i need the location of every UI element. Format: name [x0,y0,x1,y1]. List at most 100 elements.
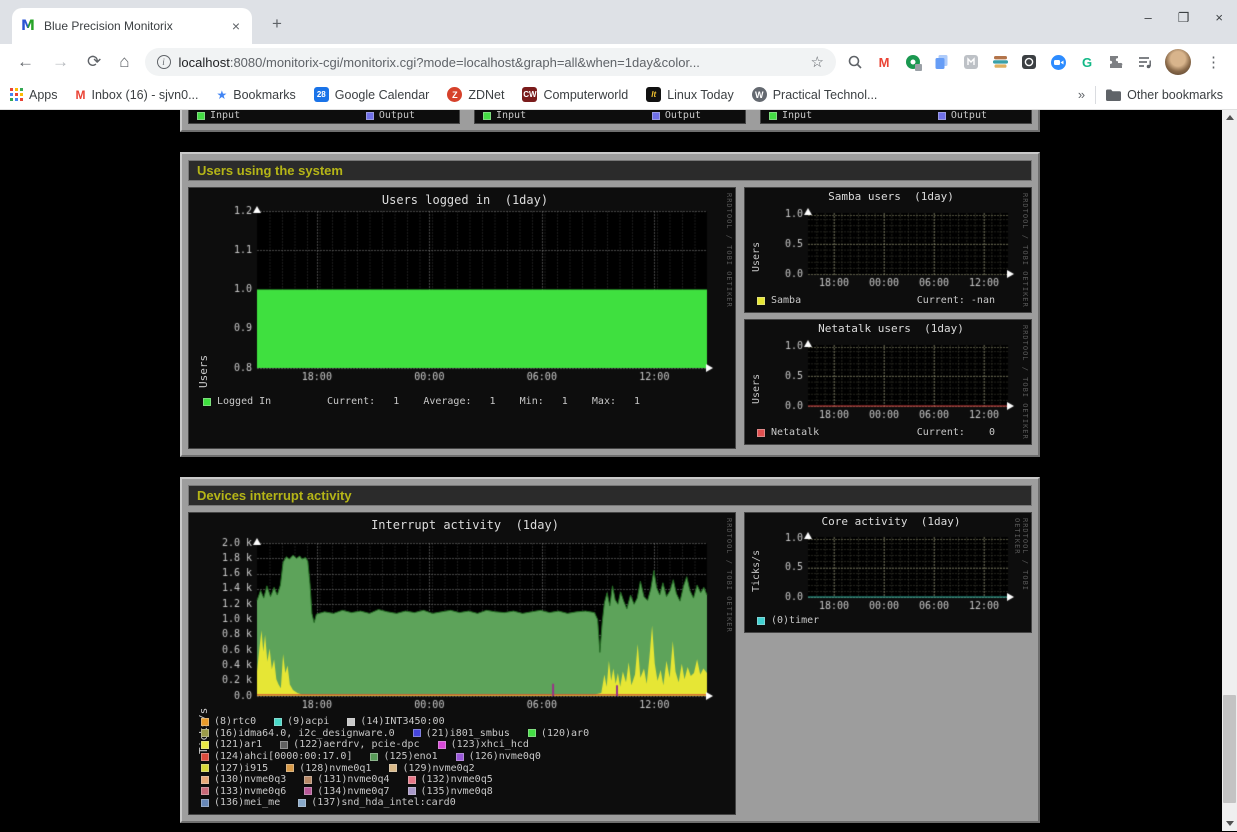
legend-item: (123)xhci_hcd [438,739,529,750]
vertical-scrollbar[interactable] [1222,110,1237,831]
bookmark-computerworld[interactable]: CW Computerworld [522,87,628,102]
core-activity-graph-panel: Core activity (1day) Ticks/s RRDTOOL / T… [744,512,1032,633]
legend-swatch [413,729,421,737]
legend-label: (8)rtc0 [214,716,256,727]
legend-label: (127)i915 [214,763,268,774]
legend-label: (130)nvme0q3 [214,774,286,785]
rrdtool-watermark: RRDTOOL / TOBI OETIKER [1021,193,1029,308]
legend-swatch [757,429,765,437]
legend-label: (14)INT3450:00 [360,716,444,727]
users-logged-in-graph-panel: Users logged in (1day) Users RRDTOOL / T… [188,187,736,449]
grey-box-extension-icon[interactable] [962,53,980,71]
legend-label: (134)nvme0q7 [317,786,389,797]
users-section-header: Users using the system [188,160,1032,181]
browser-menu-icon[interactable]: ⋮ [1202,53,1225,71]
legend-swatch [201,718,209,726]
gmail-extension-icon[interactable]: M [875,53,893,71]
legend-label: (9)acpi [287,716,329,727]
legend-label: (126)nvme0q0 [469,751,541,762]
copy-pages-extension-icon[interactable] [933,53,951,71]
scroll-up-arrow[interactable] [1222,110,1237,125]
search-icon[interactable] [846,53,864,71]
window-minimize-button[interactable]: – [1145,10,1152,26]
legend-swatch [201,776,209,784]
status-extension-icon[interactable] [904,53,922,71]
folder-icon [1106,89,1121,101]
legend-row: (16)idma64.0, i2c_designware.0(21)i801_s… [201,728,725,740]
browser-tab[interactable]: M Blue Precision Monitorix × [12,8,252,44]
legend-label: (125)eno1 [383,751,437,762]
output-legend-swatch [938,112,946,120]
forward-button[interactable]: → [43,52,78,72]
legend-swatch [347,718,355,726]
legend-swatch [298,799,306,807]
legend-row: (8)rtc0 (9)acpi (14)INT3450:00 [201,716,725,728]
window-maximize-button[interactable]: ❐ [1178,10,1190,26]
bookmark-linux-today[interactable]: lt Linux Today [646,87,734,102]
legend-item: (121)ar1 [201,739,262,750]
bookmark-practical-technology[interactable]: W Practical Technol... [752,87,878,102]
legend-item: (136)mei_me [201,797,280,808]
core-activity-chart[interactable] [748,525,1030,615]
rrdtool-watermark: RRDTOOL / TOBI OETIKER [1021,325,1029,440]
bookmarks-overflow-chevron[interactable]: » [1078,87,1085,102]
interrupt-activity-chart[interactable] [193,527,723,713]
legend-item: (127)i915 [201,763,268,774]
netatalk-users-chart[interactable] [748,332,1030,424]
calendar-icon: 28 [314,87,329,102]
url-host: localhost [179,55,230,70]
clipped-graph-panel[interactable]: Input Output [474,110,746,124]
legend-label: (21)i801_smbus [426,728,510,739]
legend-item: (137)snd_hda_intel:card0 [298,797,456,808]
legend-item: (9)acpi [274,716,329,727]
reload-button[interactable]: ⟳ [78,52,110,72]
tab-strip: M Blue Precision Monitorix × + – ❐ × [0,0,1237,44]
page-info-icon[interactable]: i [157,55,171,69]
legend-label: Samba [771,295,801,306]
users-logged-in-chart[interactable] [193,204,723,384]
back-button[interactable]: ← [8,52,43,72]
bookmark-apps[interactable]: Apps [10,88,58,102]
samba-users-graph-panel: Samba users (1day) Users RRDTOOL / TOBI … [744,187,1032,313]
scroll-down-arrow[interactable] [1222,816,1237,831]
rrdtool-watermark: RRDTOOL / TOBI OETIKER [1013,518,1029,632]
clipped-graph-panel[interactable]: Input Output [760,110,1032,124]
grammarly-extension-icon[interactable]: G [1078,53,1096,71]
legend-item: (133)nvme0q6 [201,786,286,797]
tab-close-icon[interactable]: × [228,18,244,34]
profile-avatar[interactable] [1165,49,1191,75]
bookmark-inbox[interactable]: M Inbox (16) - sjvn0... [76,88,199,102]
zdnet-icon: Z [447,87,462,102]
monitorix-favicon: M [20,18,36,34]
dark-square-extension-icon[interactable] [1020,53,1038,71]
playlist-extension-icon[interactable] [1136,53,1154,71]
legend-label: (123)xhci_hcd [451,739,529,750]
legend-label: (122)aerdrv, pcie-dpc [293,739,419,750]
bookmark-bookmarks[interactable]: ★ Bookmarks [217,88,296,102]
window-close-button[interactable]: × [1215,10,1223,26]
scrollbar-thumb[interactable] [1223,695,1236,803]
legend-label: Netatalk [771,427,819,438]
samba-users-chart[interactable] [748,200,1030,292]
extensions-puzzle-icon[interactable] [1107,53,1125,71]
legend-item: (130)nvme0q3 [201,774,286,785]
books-extension-icon[interactable] [991,53,1009,71]
clipped-graph-panel[interactable]: Input Output [188,110,460,124]
wordpress-icon: W [752,87,767,102]
bookmarks-bar: Apps M Inbox (16) - sjvn0... ★ Bookmarks… [0,80,1237,110]
gmail-icon: M [76,88,86,102]
other-bookmarks[interactable]: Other bookmarks [1106,88,1223,102]
legend-label: (137)snd_hda_intel:card0 [311,797,456,808]
legend-swatch [408,776,416,784]
bookmark-star-icon[interactable]: ☆ [811,53,824,71]
address-bar[interactable]: i localhost:8080/monitorix-cgi/monitorix… [145,48,836,76]
bookmark-zdnet[interactable]: Z ZDNet [447,87,504,102]
legend-current: Current: 0 [917,427,995,438]
legend-label: (131)nvme0q4 [317,774,389,785]
zoom-extension-icon[interactable] [1049,53,1067,71]
legend-label: (128)nvme0q1 [299,763,371,774]
home-button[interactable]: ⌂ [110,52,138,72]
star-icon: ★ [217,88,228,102]
new-tab-button[interactable]: + [264,12,290,36]
bookmark-google-calendar[interactable]: 28 Google Calendar [314,87,430,102]
